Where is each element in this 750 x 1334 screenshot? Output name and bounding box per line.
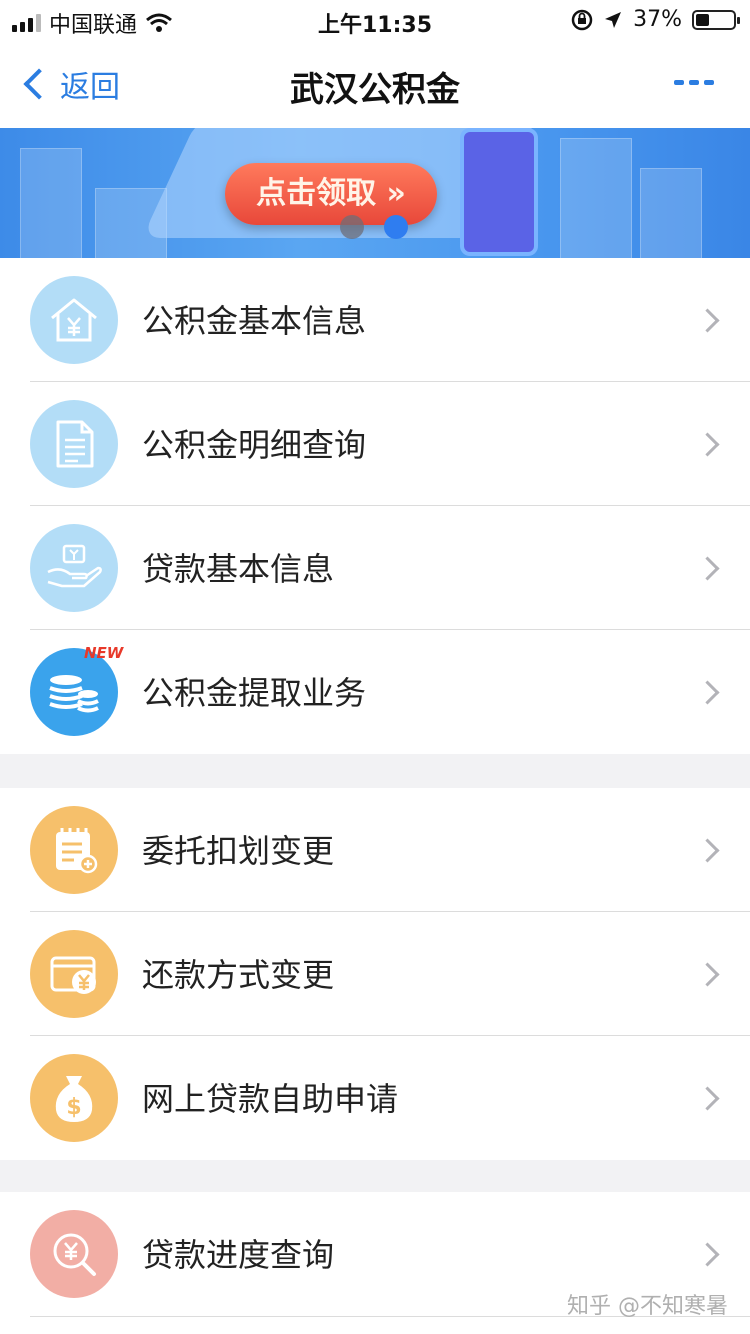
menu-item-label: 公积金提取业务 — [142, 674, 367, 712]
watermark: 知乎 @不知寒暑 — [567, 1294, 728, 1319]
menu-item-label: 公积金明细查询 — [142, 426, 367, 464]
more-dots-icon[interactable] — [674, 80, 714, 85]
menu-item-label: 委托扣划变更 — [142, 832, 335, 870]
chevron-right-icon — [695, 308, 720, 333]
house-yuan-icon — [30, 276, 118, 364]
money-bag-icon: $ — [30, 1054, 118, 1142]
battery-fill — [696, 13, 709, 26]
menu-item-online-loan-application[interactable]: $ 网上贷款自助申请 — [0, 1036, 750, 1160]
menu-item-label: 网上贷款自助申请 — [142, 1080, 399, 1118]
menu-item-label: 贷款进度查询 — [142, 1236, 335, 1274]
battery-percent: 37% — [633, 7, 682, 32]
menu-item-repayment-method-change[interactable]: 还款方式变更 — [0, 912, 750, 1036]
chevron-right-icon — [695, 1086, 720, 1111]
location-arrow-icon — [605, 11, 622, 28]
new-badge: NEW — [84, 644, 124, 662]
menu-item-fund-detail[interactable]: 公积金明细查询 — [0, 382, 750, 506]
edit-form-icon — [30, 806, 118, 894]
chevron-right-icon — [695, 838, 720, 863]
menu-item-fund-withdrawal[interactable]: NEW 公积金提取业务 — [0, 630, 750, 754]
chevron-right-icon — [695, 680, 720, 705]
document-icon — [30, 400, 118, 488]
battery-icon — [692, 9, 740, 30]
menu-item-deduction-change[interactable]: 委托扣划变更 — [0, 788, 750, 912]
status-bar: 中国联通 上午11:35 37% — [0, 0, 750, 40]
chevron-right-icon — [695, 556, 720, 581]
carousel-indicator — [340, 215, 408, 239]
carousel-dot[interactable] — [340, 215, 364, 239]
menu-item-label: 贷款基本信息 — [142, 550, 335, 588]
search-yuan-icon — [30, 1210, 118, 1298]
menu-item-fund-basic-info[interactable]: 公积金基本信息 — [0, 258, 750, 382]
navigation-bar: 返回 武汉公积金 — [0, 40, 750, 128]
banner-phone-graphic — [460, 128, 538, 256]
menu-item-loan-basic-info[interactable]: 贷款基本信息 — [0, 506, 750, 630]
svg-text:$: $ — [66, 1095, 81, 1120]
menu-group-1: 公积金基本信息 公积金明细查询 贷款基本信息 NEW 公积金提取业务 — [0, 258, 750, 754]
hand-money-icon — [30, 524, 118, 612]
chevron-right-icon — [695, 1242, 720, 1267]
chevron-right-icon — [695, 432, 720, 457]
carousel-dot-active[interactable] — [384, 215, 408, 239]
menu-group-2: 委托扣划变更 还款方式变更 $ 网上贷款自助申请 — [0, 788, 750, 1160]
menu-item-label: 还款方式变更 — [142, 956, 335, 994]
wallet-yuan-icon — [30, 930, 118, 1018]
rotation-lock-icon — [571, 9, 593, 30]
page-title: 武汉公积金 — [290, 70, 460, 110]
chevron-right-icon — [695, 962, 720, 987]
menu-item-label: 公积金基本信息 — [142, 302, 367, 340]
